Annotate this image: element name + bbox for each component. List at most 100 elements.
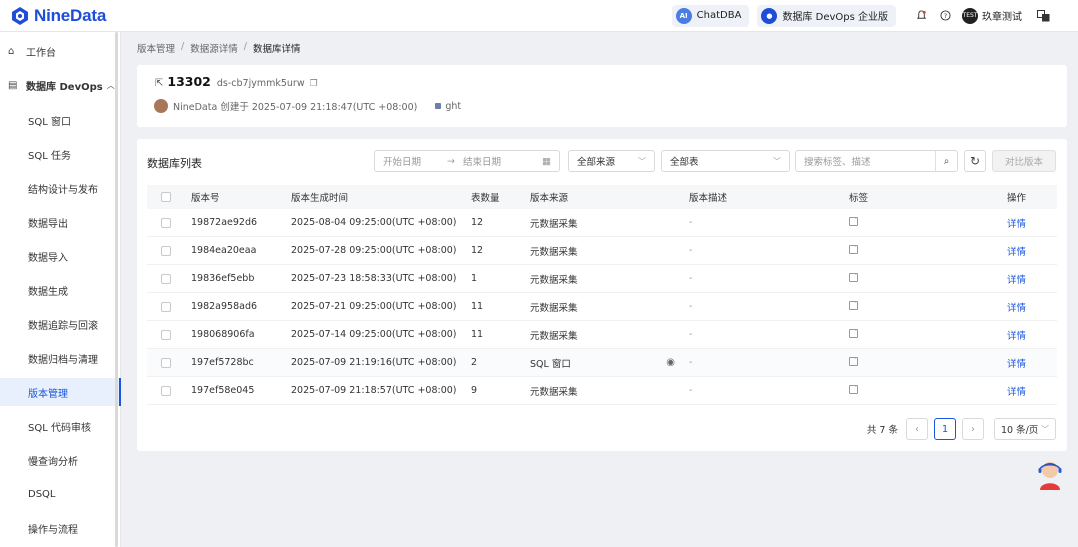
svg-text:?: ? bbox=[943, 12, 946, 20]
edit-tag-icon[interactable] bbox=[849, 328, 858, 338]
user-name[interactable]: 玖章测试 bbox=[982, 8, 1022, 23]
detail-link[interactable]: 详情 bbox=[1007, 356, 1047, 370]
cell-description: - bbox=[689, 245, 693, 256]
sidebar-item-8[interactable]: 版本管理 bbox=[0, 378, 121, 406]
row-checkbox[interactable] bbox=[161, 329, 171, 340]
cell-time: 2025-08-04 09:25:00(UTC +08:00) bbox=[291, 217, 457, 228]
version-table: 版本号 版本生成时间 表数量 版本来源 版本描述 标签 操作 19872ae92… bbox=[147, 185, 1057, 405]
cell-version: 197ef5728bc bbox=[191, 357, 254, 368]
cell-version: 1982a958ad6 bbox=[191, 301, 258, 312]
cell-count: 9 bbox=[471, 385, 478, 396]
breadcrumb-datasource-detail[interactable]: 数据源详情 bbox=[190, 41, 238, 55]
cell-source-text: 元数据采集 bbox=[530, 302, 578, 314]
chatdba-button[interactable]: AI ChatDBA bbox=[671, 4, 750, 27]
sidebar-item-label: SQL 任务 bbox=[28, 150, 71, 162]
next-page-button[interactable]: › bbox=[962, 418, 984, 440]
sidebar-item-workbench[interactable]: ⌂ 工作台 bbox=[0, 37, 121, 65]
edit-tag-icon[interactable] bbox=[849, 356, 858, 366]
breadcrumb-version-management[interactable]: 版本管理 bbox=[137, 41, 175, 55]
sidebar-item-12[interactable]: 操作与流程 bbox=[0, 514, 121, 542]
edit-tag-icon[interactable] bbox=[849, 216, 858, 226]
edition-label: 数据库 DevOps 企业版 bbox=[782, 12, 888, 23]
compare-versions-button[interactable]: 对比版本 bbox=[992, 150, 1056, 172]
sidebar-item-label: 数据导出 bbox=[28, 218, 68, 230]
sidebar-item-4[interactable]: 数据导入 bbox=[0, 242, 121, 270]
edition-switch-button[interactable]: ● 数据库 DevOps 企业版 bbox=[757, 4, 896, 27]
table-filter-select[interactable]: 全部表 ﹀ bbox=[661, 150, 790, 172]
sidebar-item-label: SQL 窗口 bbox=[28, 116, 71, 128]
eye-icon[interactable]: ◉ bbox=[666, 357, 675, 368]
cell-source: SQL 窗口 ◉ bbox=[530, 356, 689, 370]
row-checkbox[interactable] bbox=[161, 357, 171, 368]
sidebar-scrollbar[interactable] bbox=[115, 32, 118, 547]
sidebar-item-7[interactable]: 数据归档与清理 bbox=[0, 344, 121, 372]
cell-description: - bbox=[689, 301, 693, 312]
sidebar-item-2[interactable]: 结构设计与发布 bbox=[0, 174, 121, 202]
detail-link[interactable]: 详情 bbox=[1007, 244, 1047, 258]
cell-count: 2 bbox=[471, 357, 478, 368]
column-header-action: 操作 bbox=[1007, 193, 1027, 204]
cell-source-text: 元数据采集 bbox=[530, 274, 578, 286]
row-checkbox[interactable] bbox=[161, 301, 171, 312]
edit-tag-icon[interactable] bbox=[849, 272, 858, 282]
chevron-down-icon: ﹀ bbox=[1041, 424, 1049, 434]
page-size-select[interactable]: 10 条/页 ﹀ bbox=[994, 418, 1056, 440]
sidebar-item-6[interactable]: 数据追踪与回滚 bbox=[0, 310, 121, 338]
logo[interactable]: NineData bbox=[0, 6, 140, 26]
sidebar-item-3[interactable]: 数据导出 bbox=[0, 208, 121, 236]
search-input[interactable]: 搜索标签、描述 ⌕ bbox=[795, 150, 958, 172]
page-size-value: 10 条/页 bbox=[1001, 425, 1039, 436]
tag-icon bbox=[435, 103, 442, 109]
detail-link[interactable]: 详情 bbox=[1007, 216, 1047, 230]
table-row: 19872ae92d6 2025-08-04 09:25:00(UTC +08:0… bbox=[147, 209, 1057, 237]
cell-time: 2025-07-09 21:19:16(UTC +08:00) bbox=[291, 357, 457, 368]
user-avatar[interactable]: TEST bbox=[962, 7, 978, 24]
help-icon[interactable]: ? bbox=[938, 9, 952, 23]
refresh-button[interactable]: ↻ bbox=[964, 150, 986, 172]
detail-link[interactable]: 详情 bbox=[1007, 272, 1047, 286]
app-name: NineData bbox=[34, 5, 107, 25]
cell-source: 元数据采集 bbox=[530, 384, 689, 398]
language-icon[interactable] bbox=[1036, 9, 1050, 23]
cell-time: 2025-07-23 18:58:33(UTC +08:00) bbox=[291, 273, 457, 284]
date-range-picker[interactable]: 开始日期 → 结束日期 ▦ bbox=[374, 150, 560, 172]
sidebar-item-1[interactable]: SQL 任务 bbox=[0, 140, 121, 168]
detail-link[interactable]: 详情 bbox=[1007, 300, 1047, 314]
select-all-checkbox[interactable] bbox=[161, 192, 171, 202]
source-filter-select[interactable]: 全部来源 ﹀ bbox=[568, 150, 655, 172]
page-button-current[interactable]: 1 bbox=[934, 418, 956, 440]
sidebar-item-11[interactable]: DSQL bbox=[0, 480, 121, 508]
edit-tag-icon[interactable] bbox=[849, 244, 858, 254]
prev-page-button[interactable]: ‹ bbox=[906, 418, 928, 440]
sidebar-group-devops[interactable]: ▤ 数据库 DevOps ︿ bbox=[0, 71, 121, 99]
end-date-input[interactable]: 结束日期 bbox=[463, 154, 501, 168]
edit-tag-icon[interactable] bbox=[849, 300, 858, 310]
sidebar-item-5[interactable]: 数据生成 bbox=[0, 276, 121, 304]
assistant-avatar-icon[interactable] bbox=[1037, 459, 1063, 491]
cell-version: 19836ef5ebb bbox=[191, 273, 255, 284]
chevron-down-icon: ﹀ bbox=[638, 156, 646, 166]
cell-source: 元数据采集 bbox=[530, 300, 689, 314]
row-checkbox[interactable] bbox=[161, 385, 171, 396]
column-header-time: 版本生成时间 bbox=[291, 193, 349, 204]
row-checkbox[interactable] bbox=[161, 273, 171, 284]
row-checkbox[interactable] bbox=[161, 245, 171, 256]
sidebar-item-9[interactable]: SQL 代码审核 bbox=[0, 412, 121, 440]
cell-count: 11 bbox=[471, 329, 484, 340]
cell-tag bbox=[849, 356, 1007, 369]
globe-icon: ● bbox=[761, 7, 778, 24]
sidebar-group-label: 数据库 DevOps bbox=[26, 81, 103, 93]
creator-avatar bbox=[154, 99, 168, 113]
cell-source-text: 元数据采集 bbox=[530, 386, 578, 398]
detail-link[interactable]: 详情 bbox=[1007, 384, 1047, 398]
cell-count: 1 bbox=[471, 273, 478, 284]
copy-icon[interactable]: ❐ bbox=[310, 79, 318, 89]
edit-tag-icon[interactable] bbox=[849, 384, 858, 394]
detail-link[interactable]: 详情 bbox=[1007, 328, 1047, 342]
bell-icon[interactable] bbox=[914, 9, 928, 23]
sidebar-item-10[interactable]: 慢查询分析 bbox=[0, 446, 121, 474]
start-date-input[interactable]: 开始日期 bbox=[383, 154, 421, 168]
row-checkbox[interactable] bbox=[161, 217, 171, 228]
sidebar-item-0[interactable]: SQL 窗口 bbox=[0, 106, 121, 134]
search-icon[interactable]: ⌕ bbox=[935, 151, 957, 171]
